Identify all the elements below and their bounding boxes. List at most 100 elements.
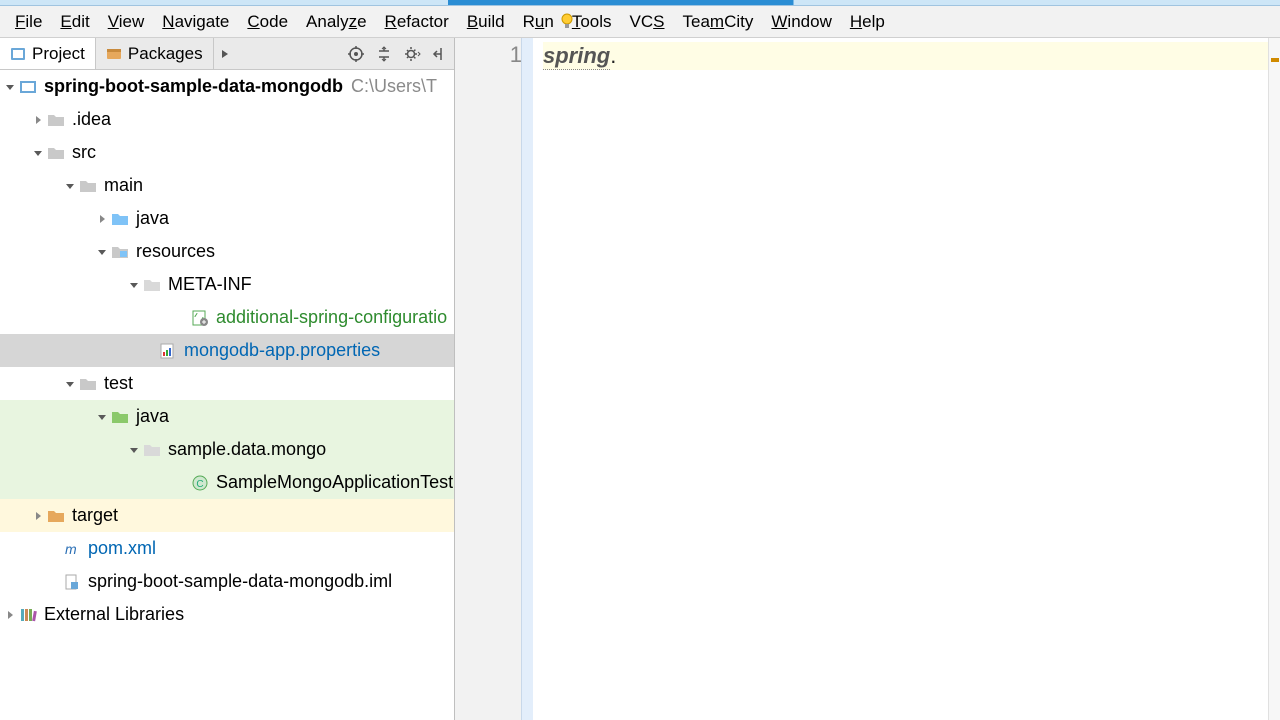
properties-file-label: mongodb-app.properties <box>184 334 380 367</box>
tree-idea[interactable]: .idea <box>0 103 454 136</box>
tree-test[interactable]: test <box>0 367 454 400</box>
menu-edit[interactable]: Edit <box>51 10 98 34</box>
menu-code[interactable]: Code <box>238 10 297 34</box>
folder-icon <box>78 177 98 195</box>
additional-config-label: additional-spring-configuratio <box>216 301 447 334</box>
target-label: target <box>72 499 118 532</box>
tip-bulb-icon[interactable] <box>558 12 576 30</box>
tree-test-java[interactable]: java <box>0 400 454 433</box>
root-name: spring-boot-sample-data-mongodb <box>44 70 343 103</box>
error-stripe[interactable] <box>1268 38 1280 720</box>
code-line-1[interactable]: spring. <box>543 42 1280 70</box>
tree-properties-file[interactable]: mongodb-app.properties <box>0 334 454 367</box>
src-label: src <box>72 136 96 169</box>
iml-label: spring-boot-sample-data-mongodb.iml <box>88 565 392 598</box>
json-file-icon <box>190 309 210 327</box>
java-label: java <box>136 202 169 235</box>
tree-metainf[interactable]: META-INF <box>0 268 454 301</box>
menu-bar[interactable]: File Edit View Navigate Code Analyze Ref… <box>0 6 1280 38</box>
tree-package[interactable]: sample.data.mongo <box>0 433 454 466</box>
chevron-down-icon[interactable] <box>62 178 78 194</box>
project-tab-icon <box>10 46 26 62</box>
pom-label: pom.xml <box>88 532 156 565</box>
tree-external-libs[interactable]: External Libraries <box>0 598 454 631</box>
resources-label: resources <box>136 235 215 268</box>
editor-gutter[interactable]: 1 <box>455 38 533 720</box>
tree-src[interactable]: src <box>0 136 454 169</box>
menu-analyze[interactable]: Analyze <box>297 10 376 34</box>
fold-strip[interactable] <box>521 38 533 720</box>
folder-icon <box>142 276 162 294</box>
code-token-key: spring <box>543 43 610 70</box>
chevron-down-icon[interactable] <box>2 79 18 95</box>
menu-refactor[interactable]: Refactor <box>376 10 458 34</box>
chevron-right-icon[interactable] <box>94 211 110 227</box>
root-path: C:\Users\T <box>351 70 437 103</box>
maven-icon: m <box>62 540 82 558</box>
module-icon <box>18 78 38 96</box>
package-icon <box>142 441 162 459</box>
code-editor[interactable]: 1 spring. <box>455 38 1280 720</box>
packages-tab-icon <box>106 46 122 62</box>
chevron-right-icon[interactable] <box>2 607 18 623</box>
menu-teamcity[interactable]: TeamCity <box>674 10 763 34</box>
code-area[interactable]: spring. <box>533 38 1280 720</box>
tree-target[interactable]: target <box>0 499 454 532</box>
tree-resources[interactable]: resources <box>0 235 454 268</box>
tab-packages[interactable]: Packages <box>96 38 214 69</box>
idea-label: .idea <box>72 103 111 136</box>
chevron-right-icon[interactable] <box>30 508 46 524</box>
menu-view[interactable]: View <box>99 10 154 34</box>
warning-marker[interactable] <box>1271 58 1279 62</box>
properties-file-icon <box>158 342 178 360</box>
test-java-label: java <box>136 400 169 433</box>
folder-icon <box>46 144 66 162</box>
menu-run[interactable]: Run <box>514 10 563 34</box>
project-tabs: Project Packages <box>0 38 454 70</box>
iml-file-icon <box>62 573 82 591</box>
tree-additional-config[interactable]: additional-spring-configuratio <box>0 301 454 334</box>
tree-iml[interactable]: spring-boot-sample-data-mongodb.iml <box>0 565 454 598</box>
package-label: sample.data.mongo <box>168 433 326 466</box>
tree-test-class[interactable]: C SampleMongoApplicationTest <box>0 466 454 499</box>
menu-navigate[interactable]: Navigate <box>153 10 238 34</box>
chevron-down-icon[interactable] <box>126 442 142 458</box>
locate-icon[interactable] <box>342 38 370 69</box>
menu-window[interactable]: Window <box>762 10 840 34</box>
tree-main[interactable]: main <box>0 169 454 202</box>
folder-icon <box>46 111 66 129</box>
chevron-down-icon[interactable] <box>126 277 142 293</box>
tab-packages-label: Packages <box>128 44 203 64</box>
menu-vcs[interactable]: VCS <box>621 10 674 34</box>
tree-pom[interactable]: m pom.xml <box>0 532 454 565</box>
svg-text:C: C <box>196 479 203 490</box>
chevron-down-icon[interactable] <box>30 145 46 161</box>
svg-text:m: m <box>65 541 77 557</box>
tab-project[interactable]: Project <box>0 38 96 69</box>
hide-icon[interactable] <box>426 38 454 69</box>
project-tree[interactable]: spring-boot-sample-data-mongodb C:\Users… <box>0 70 454 720</box>
test-label: test <box>104 367 133 400</box>
folder-icon <box>78 375 98 393</box>
resources-folder-icon <box>110 243 130 261</box>
tree-java[interactable]: java <box>0 202 454 235</box>
settings-icon[interactable] <box>398 38 426 69</box>
chevron-down-icon[interactable] <box>94 244 110 260</box>
collapse-all-icon[interactable] <box>370 38 398 69</box>
libraries-icon <box>18 606 38 624</box>
tree-root[interactable]: spring-boot-sample-data-mongodb C:\Users… <box>0 70 454 103</box>
view-mode-dropdown[interactable] <box>214 38 236 69</box>
project-tool-window: Project Packages spring-boot-sample-data… <box>0 38 455 720</box>
excluded-folder-icon <box>46 507 66 525</box>
test-source-folder-icon <box>110 408 130 426</box>
menu-file[interactable]: File <box>6 10 51 34</box>
test-class-label: SampleMongoApplicationTest <box>216 466 453 499</box>
source-folder-icon <box>110 210 130 228</box>
metainf-label: META-INF <box>168 268 252 301</box>
menu-build[interactable]: Build <box>458 10 514 34</box>
chevron-down-icon[interactable] <box>94 409 110 425</box>
chevron-down-icon[interactable] <box>62 376 78 392</box>
chevron-right-icon[interactable] <box>30 112 46 128</box>
class-icon: C <box>190 474 210 492</box>
menu-help[interactable]: Help <box>841 10 894 34</box>
